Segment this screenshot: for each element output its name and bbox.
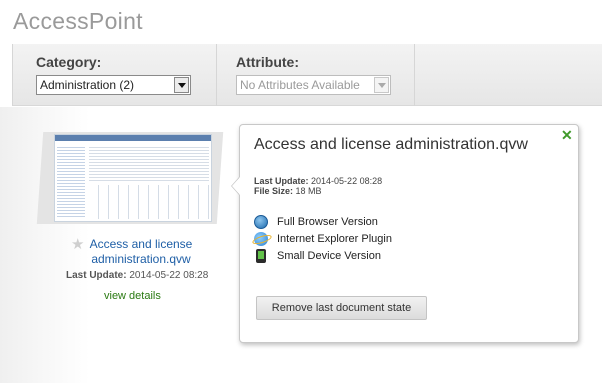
attribute-label: Attribute: — [236, 54, 299, 70]
attribute-select-value: No Attributes Available — [240, 78, 360, 92]
document-title-link[interactable]: Access and license administration.qvw — [76, 237, 206, 267]
filter-divider — [216, 44, 217, 106]
app-title: AccessPoint — [13, 8, 143, 34]
thumbnail-table — [89, 185, 209, 219]
thumbnail-header — [55, 135, 211, 141]
document-title-line: Access and license — [89, 237, 193, 251]
option-label: Internet Explorer Plugin — [277, 233, 392, 245]
popup-file-size: File Size: 18 MB — [254, 186, 322, 196]
attribute-select[interactable]: No Attributes Available — [236, 75, 391, 95]
last-update-value: 2014-05-22 08:28 — [129, 270, 209, 281]
chevron-down-icon — [374, 77, 389, 93]
document-title-line: administration.qvw — [91, 252, 191, 266]
thumbnail-list — [57, 145, 85, 217]
last-update-label: Last Update: — [254, 176, 309, 186]
option-label: Full Browser Version — [277, 216, 378, 228]
ie-icon — [254, 232, 268, 246]
file-size-label: File Size: — [254, 186, 294, 196]
filter-divider — [12, 44, 13, 106]
document-thumbnail[interactable] — [54, 134, 212, 222]
close-icon[interactable]: ✕ — [561, 128, 573, 142]
category-select[interactable]: Administration (2) — [36, 75, 191, 95]
popup-pointer-inner — [232, 177, 240, 195]
category-label: Category: — [36, 54, 102, 70]
chevron-down-icon[interactable] — [174, 77, 189, 93]
open-full-browser-version[interactable]: Full Browser Version — [254, 214, 378, 230]
popup-title: Access and license administration.qvw — [254, 136, 528, 153]
document-last-update: Last Update: 2014-05-22 08:28 — [66, 270, 208, 281]
option-label: Small Device Version — [277, 250, 381, 262]
category-select-value: Administration (2) — [40, 78, 135, 92]
mobile-device-icon — [256, 249, 266, 263]
view-details-link[interactable]: view details — [104, 290, 161, 302]
open-ie-plugin[interactable]: Internet Explorer Plugin — [254, 231, 392, 247]
filter-divider — [414, 44, 415, 106]
globe-icon — [254, 215, 268, 229]
last-update-label: Last Update: — [66, 270, 127, 281]
popup-last-update: Last Update: 2014-05-22 08:28 — [254, 176, 382, 186]
header: AccessPoint — [0, 0, 602, 44]
thumbnail-table — [89, 145, 209, 181]
open-small-device-version[interactable]: Small Device Version — [254, 248, 381, 264]
remove-document-state-button[interactable]: Remove last document state — [256, 296, 427, 320]
last-update-value: 2014-05-22 08:28 — [311, 176, 383, 186]
file-size-value: 18 MB — [295, 186, 322, 196]
